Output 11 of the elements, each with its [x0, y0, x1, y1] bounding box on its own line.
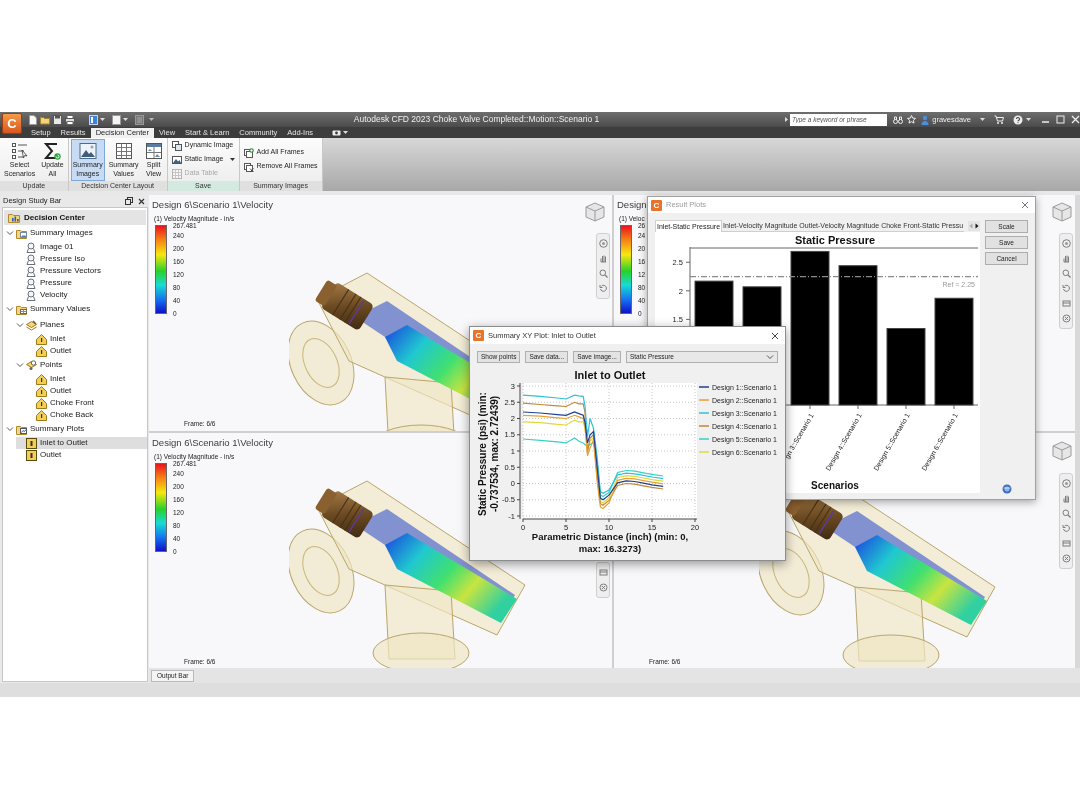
viewport-title: Design 6\Scenario 1\Velocity [152, 436, 273, 450]
chart-title: Inlet to Outlet [574, 369, 646, 381]
window-title: Autodesk CFD 2023 Choke Valve Completed::Motion::Scenario 1 [353, 113, 600, 126]
viewport-title: Design [617, 198, 647, 212]
axis-title: Static Pressure (psi) (min: -0.737534, max: 2.72439) [477, 391, 501, 518]
axis-title: Parametric Distance (inch) (min: 0, max: 16.3273) [530, 531, 690, 555]
app-logo: C [651, 199, 662, 211]
app-logo: C [473, 330, 484, 341]
viewport-title: Design 6\Scenario 1\Velocity [152, 198, 273, 212]
axis-title: Scenarios [811, 480, 859, 491]
chart-title: Static Pressure [794, 234, 876, 246]
